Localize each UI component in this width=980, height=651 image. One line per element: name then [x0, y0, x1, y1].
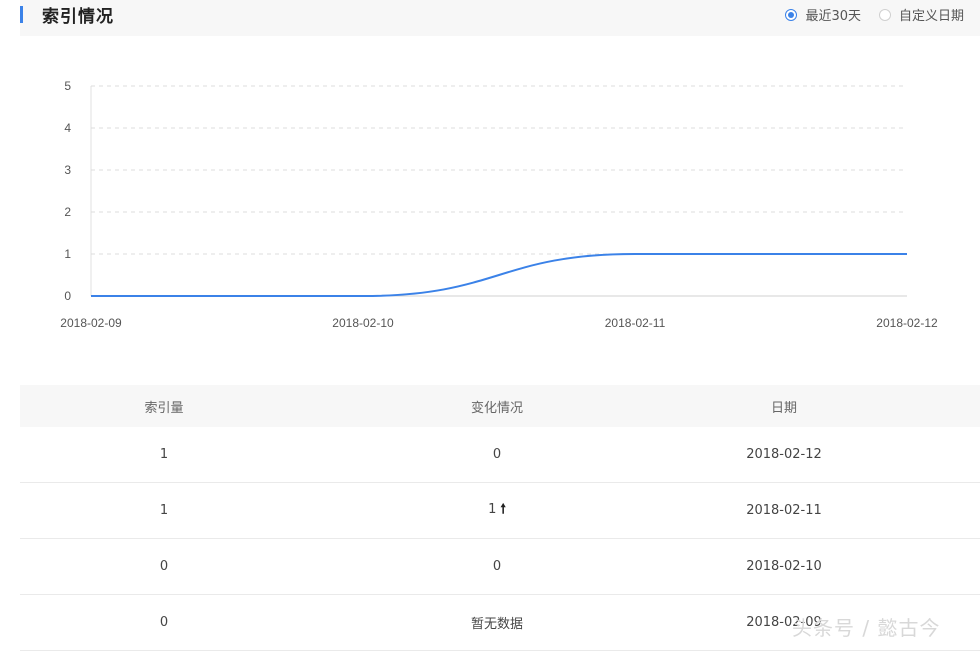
change-value: 0 [492, 447, 502, 462]
watermark-text: 头条号 / 懿古今 [792, 616, 941, 640]
x-tick-label: 2018-02-10 [332, 316, 394, 330]
cell-change: 暂无数据 [308, 613, 686, 632]
header-index: 索引量 [144, 400, 184, 416]
radio-unchecked-icon[interactable] [878, 8, 891, 21]
chart-svg: 0 1 2 3 4 5 2018-02-09 2018-02-10 2018-02-11 2018… [60, 79, 938, 330]
y-tick-label: 5 [64, 79, 71, 93]
cell-index: 1 [159, 447, 169, 462]
radio-label-custom-date: 自定义日期 [898, 9, 964, 24]
y-tick-label: 4 [64, 121, 71, 135]
table-row: 1 0 2018-02-12 [20, 427, 980, 483]
arrow-up-icon: 🠕 [500, 501, 506, 517]
y-tick-label: 3 [64, 163, 71, 177]
index-line-chart: 0 1 2 3 4 5 2018-02-09 2018-02-10 2018-02-11 2018… [0, 60, 980, 340]
radio-custom-date[interactable]: 自定义日期 [878, 5, 964, 24]
cell-index: 0 [159, 615, 169, 630]
header-change: 变化情况 [470, 400, 523, 416]
table-header-row: 索引量 变化情况 日期 [20, 385, 980, 427]
date-range-radio-group: 最近30天 自定义日期 [767, 5, 964, 24]
radio-last-30-days[interactable]: 最近30天 [785, 5, 861, 24]
cell-date: 2018-02-12 [746, 447, 822, 462]
series-line [91, 253, 907, 297]
cell-index: 1 [159, 503, 169, 518]
y-tick-label: 0 [64, 289, 71, 303]
table-row: 0 0 2018-02-10 [20, 539, 980, 595]
y-tick-label: 2 [64, 205, 71, 219]
x-tick-label: 2018-02-12 [876, 316, 938, 330]
x-tick-label: 2018-02-11 [605, 316, 666, 330]
radio-label-last-30-days: 最近30天 [805, 9, 861, 24]
cell-index: 0 [159, 559, 169, 574]
cell-change: 0 [308, 559, 686, 574]
cell-change: 0 [308, 447, 686, 462]
cell-date: 2018-02-11 [746, 503, 822, 518]
header-date: 日期 [770, 400, 797, 416]
x-tick-label: 2018-02-09 [60, 316, 122, 330]
change-value: 暂无数据 [470, 617, 523, 632]
title-accent-bar [20, 6, 23, 23]
y-tick-label: 1 [64, 247, 71, 261]
radio-checked-icon[interactable] [785, 8, 798, 21]
table-row: 1 1 🠕 2018-02-11 [20, 483, 980, 539]
section-title: 索引情况 [42, 7, 114, 27]
change-value: 0 [492, 559, 502, 574]
section-header: 索引情况 最近30天 自定义日期 [20, 0, 980, 36]
change-value: 1 [488, 501, 497, 517]
cell-change: 1 🠕 [308, 500, 686, 522]
cell-date: 2018-02-10 [746, 559, 822, 574]
